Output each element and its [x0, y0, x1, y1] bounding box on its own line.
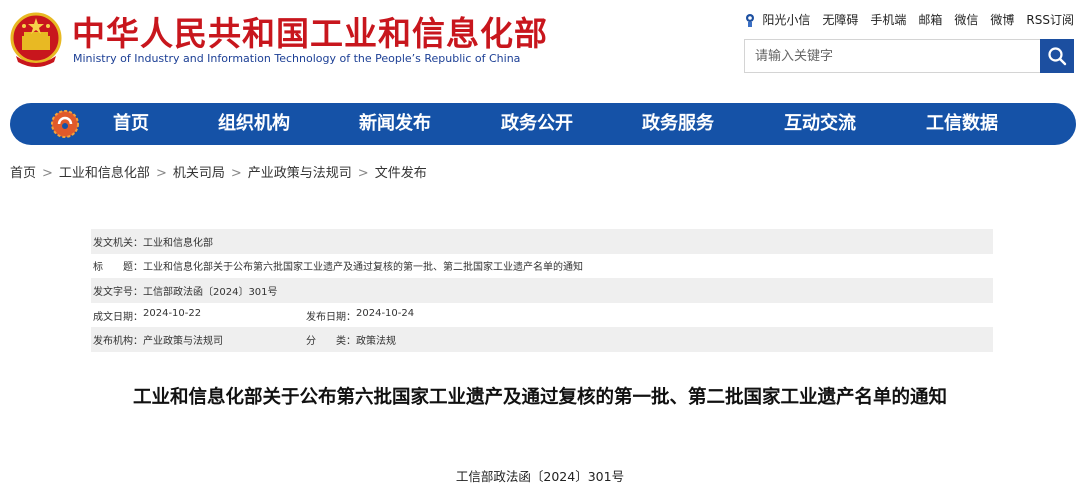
breadcrumb-separator: >: [155, 166, 167, 181]
article-title: 工业和信息化部关于公布第六批国家工业遗产及通过复核的第一批、第二批国家工业遗产名…: [132, 387, 947, 408]
meta-docno-label: 发文字号：: [93, 286, 143, 298]
site-subtitle: Ministry of Industry and Information Tec…: [73, 52, 521, 65]
breadcrumb-home[interactable]: 首页: [10, 166, 36, 181]
meta-issuer-value: 工业和信息化部: [143, 237, 213, 249]
meta-created-label: 成文日期：: [93, 311, 143, 323]
meta-row-issuer: 发文机关： 工业和信息化部: [91, 229, 993, 254]
toplink-mobile[interactable]: 手机端: [870, 11, 906, 28]
nav-data[interactable]: 工信数据: [926, 103, 998, 145]
meta-created-value: 2024-10-22: [143, 307, 202, 319]
breadcrumb-separator: >: [357, 166, 369, 181]
nav-gov-services[interactable]: 政务服务: [642, 103, 714, 145]
nav-home[interactable]: 首页: [113, 103, 149, 145]
article-doc-number: 工信部政法函〔2024〕301号: [455, 469, 625, 484]
top-links: 阳光小信 无障碍 手机端 邮箱 微信 微博 RSS订阅: [742, 11, 1074, 28]
breadcrumb-miit[interactable]: 工业和信息化部: [59, 166, 150, 181]
nav-interaction[interactable]: 互动交流: [784, 103, 856, 145]
toplink-accessibility[interactable]: 无障碍: [822, 11, 858, 28]
meta-published-label: 发布日期：: [306, 311, 356, 323]
toplink-mail[interactable]: 邮箱: [918, 11, 942, 28]
meta-title-value: 工业和信息化部关于公布第六批国家工业遗产及通过复核的第一批、第二批国家工业遗产名…: [143, 262, 583, 274]
toplink-wechat[interactable]: 微信: [954, 11, 978, 28]
breadcrumb-separator: >: [42, 166, 53, 181]
ministry-logo-icon[interactable]: [50, 109, 80, 139]
meta-org-value: 产业政策与法规司: [143, 336, 223, 348]
toplink-rss[interactable]: RSS订阅: [1026, 11, 1074, 28]
search-icon: [1048, 47, 1067, 66]
nav-organization[interactable]: 组织机构: [218, 103, 290, 145]
meta-row-org: 发布机构： 产业政策与法规司 分 类： 政策法规: [91, 327, 993, 352]
nav-gov-affairs[interactable]: 政务公开: [501, 103, 573, 145]
meta-docno-value: 工信部政法函〔2024〕301号: [143, 286, 278, 298]
meta-row-title: 标 题： 工业和信息化部关于公布第六批国家工业遗产及通过复核的第一批、第二批国家工…: [91, 254, 993, 279]
search-box: [744, 39, 1074, 73]
breadcrumb-departments[interactable]: 机关司局: [173, 166, 225, 181]
main-nav: 首页 组织机构 新闻发布 政务公开 政务服务 互动交流 工信数据: [10, 103, 1076, 145]
nav-news[interactable]: 新闻发布: [359, 103, 431, 145]
meta-category-value: 政策法规: [356, 336, 396, 348]
site-title[interactable]: 中华人民共和国工业和信息化部: [72, 14, 548, 54]
meta-category-label: 分 类：: [306, 336, 356, 348]
national-emblem-icon: [10, 12, 62, 67]
search-button[interactable]: [1040, 39, 1074, 73]
meta-org-label: 发布机构：: [93, 336, 143, 348]
meta-title-label: 标 题：: [93, 262, 143, 274]
breadcrumb-separator: >: [230, 166, 242, 181]
sun-icon: [746, 13, 755, 27]
meta-row-dates: 成文日期： 2024-10-22 发布日期： 2024-10-24: [91, 303, 993, 328]
search-input[interactable]: [745, 40, 1041, 72]
breadcrumb: 首页 > 工业和信息化部 > 机关司局 > 产业政策与法规司 > 文件发布: [10, 162, 427, 181]
breadcrumb-documents[interactable]: 文件发布: [375, 166, 427, 181]
document-meta: 发文机关： 工业和信息化部 标 题： 工业和信息化部关于公布第六批国家工业遗产及通过…: [91, 229, 993, 352]
toplink-label: 阳光小信: [762, 13, 811, 27]
meta-row-docno: 发文字号： 工信部政法函〔2024〕301号: [91, 278, 993, 303]
meta-issuer-label: 发文机关：: [93, 237, 143, 249]
breadcrumb-policy-dept[interactable]: 产业政策与法规司: [248, 166, 352, 181]
toplink-weibo[interactable]: 微博: [990, 11, 1014, 28]
toplink-sunshine[interactable]: 阳光小信: [742, 11, 810, 28]
meta-published-value: 2024-10-24: [356, 307, 415, 319]
